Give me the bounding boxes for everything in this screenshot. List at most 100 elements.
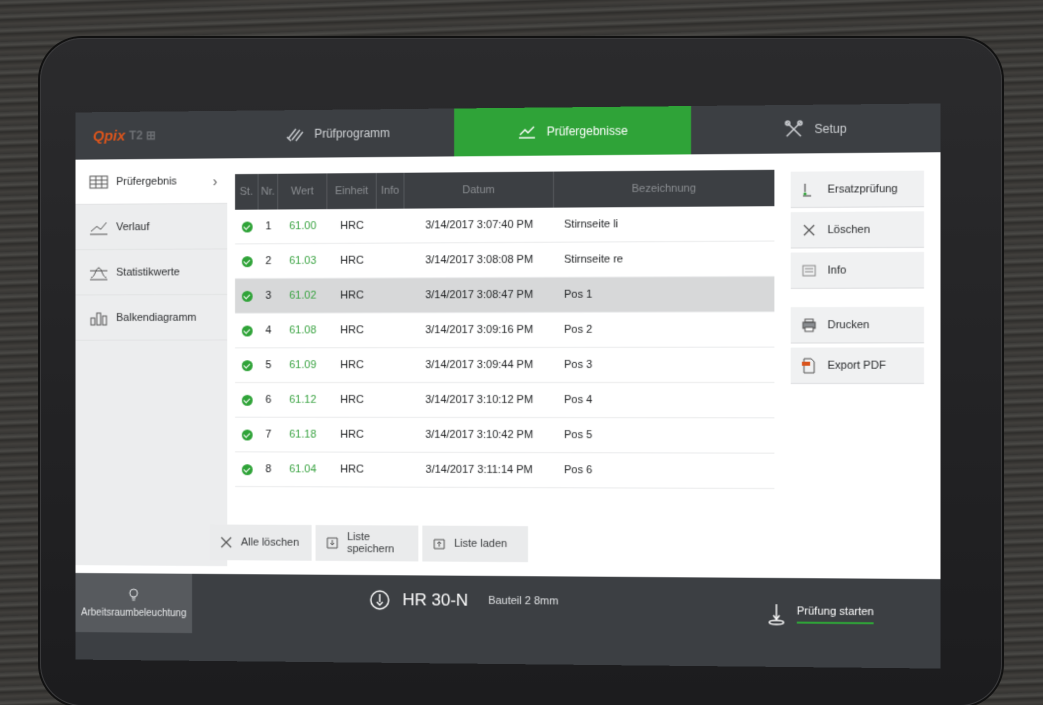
cell-datum: 3/14/2017 3:07:40 PM bbox=[425, 218, 534, 232]
loeschen-label: Löschen bbox=[827, 223, 871, 236]
col-header-st[interactable]: St. bbox=[235, 173, 259, 210]
cell-bezeichnung: Stirnseite li bbox=[564, 218, 619, 231]
status-ok-icon bbox=[235, 221, 259, 233]
cell-bezeichnung: Pos 1 bbox=[564, 288, 593, 301]
bottom-status-bar: Arbeitsraumbeleuchtung HR 30-N Bauteil 2… bbox=[75, 572, 941, 669]
table-row[interactable]: 7 61.18 HRC 3/14/2017 3:10:42 PM Pos 5 bbox=[235, 417, 775, 454]
loeschen-button[interactable]: Löschen bbox=[790, 211, 925, 249]
drucken-label: Drucken bbox=[827, 318, 870, 331]
cell-wert: 61.02 bbox=[289, 289, 317, 302]
chevron-right-icon: › bbox=[212, 172, 218, 189]
brand-logo: Qpix T2 ⊞ bbox=[75, 111, 221, 160]
cell-bezeichnung: Pos 2 bbox=[564, 323, 593, 336]
pruefung-starten-label: Prüfung starten bbox=[796, 605, 874, 625]
cell-datum: 3/14/2017 3:08:08 PM bbox=[425, 253, 534, 267]
cell-bezeichnung: Pos 6 bbox=[564, 464, 593, 477]
sidebar-item-label: Statistikwerte bbox=[116, 265, 180, 279]
printer-icon bbox=[801, 317, 817, 333]
sidebar-item-label: Balkendiagramm bbox=[116, 311, 197, 324]
tab-pruefprogramm[interactable]: Prüfprogramm bbox=[221, 108, 454, 158]
replace-test-icon bbox=[801, 181, 817, 197]
table-row[interactable]: 8 61.04 HRC 3/14/2017 3:11:14 PM Pos 6 bbox=[235, 452, 775, 490]
status-ok-icon bbox=[235, 394, 259, 406]
cell-wert: 61.08 bbox=[289, 324, 317, 337]
cell-nr: 3 bbox=[265, 289, 272, 302]
cell-nr: 8 bbox=[265, 463, 272, 476]
table-row[interactable]: 4 61.08 HRC 3/14/2017 3:09:16 PM Pos 2 bbox=[235, 312, 775, 349]
col-header-nr[interactable]: Nr. bbox=[258, 173, 279, 210]
cell-wert: 61.12 bbox=[289, 393, 317, 406]
table-row[interactable]: 2 61.03 HRC 3/14/2017 3:08:08 PM Stirnse… bbox=[235, 241, 775, 280]
arbeitsraumbeleuchtung-button[interactable]: Arbeitsraumbeleuchtung bbox=[75, 572, 193, 634]
cell-nr: 7 bbox=[265, 428, 272, 441]
table-row-selected[interactable]: 3 61.02 HRC 3/14/2017 3:08:47 PM Pos 1 bbox=[235, 276, 775, 314]
table-icon bbox=[89, 174, 108, 190]
chart-line-icon bbox=[518, 126, 534, 139]
cell-datum: 3/14/2017 3:10:42 PM bbox=[425, 428, 534, 442]
pruefung-starten-button[interactable]: Prüfung starten bbox=[766, 602, 874, 627]
cell-datum: 3/14/2017 3:11:14 PM bbox=[425, 463, 533, 477]
save-icon bbox=[325, 536, 339, 550]
alle-loeschen-button[interactable]: Alle löschen bbox=[209, 524, 312, 561]
cell-wert: 61.04 bbox=[289, 463, 317, 476]
status-ok-icon bbox=[235, 429, 259, 440]
alle-loeschen-label: Alle löschen bbox=[240, 536, 300, 549]
cell-einheit: HRC bbox=[340, 393, 364, 406]
indenter-icon bbox=[369, 589, 391, 611]
sidebar-item-label: Verlauf bbox=[116, 220, 150, 233]
drucken-button[interactable]: Drucken bbox=[790, 306, 925, 344]
lightbulb-icon bbox=[128, 588, 140, 602]
top-navigation: Qpix T2 ⊞ Prüfprogramm Prüfergebnisse Se… bbox=[75, 103, 941, 160]
sidebar-item-verlauf[interactable]: Verlauf bbox=[75, 203, 228, 251]
logo-model: T2 ⊞ bbox=[129, 128, 156, 143]
table-row[interactable]: 6 61.12 HRC 3/14/2017 3:10:12 PM Pos 4 bbox=[235, 382, 775, 419]
test-method-display: HR 30-N Bauteil 2 8mm bbox=[369, 589, 558, 612]
cell-einheit: HRC bbox=[340, 219, 364, 232]
sidebar-item-balkendiagramm[interactable]: Balkendiagramm bbox=[75, 294, 228, 341]
pruefprogramm-icon bbox=[285, 124, 305, 144]
tab-pruefergebnisse[interactable]: Prüfergebnisse bbox=[454, 106, 692, 157]
liste-speichern-button[interactable]: Liste speichern bbox=[315, 525, 419, 562]
close-icon bbox=[219, 535, 233, 549]
close-icon bbox=[801, 222, 817, 238]
tools-icon bbox=[784, 119, 804, 139]
export-pdf-button[interactable]: Export PDF bbox=[790, 347, 925, 384]
col-header-bezeichnung[interactable]: Bezeichnung bbox=[554, 170, 774, 208]
cell-nr: 4 bbox=[265, 324, 272, 337]
status-ok-icon bbox=[235, 290, 259, 302]
table-row[interactable]: 5 61.09 HRC 3/14/2017 3:09:44 PM Pos 3 bbox=[235, 347, 775, 384]
status-ok-icon bbox=[235, 325, 259, 336]
cell-bezeichnung: Pos 3 bbox=[564, 358, 593, 371]
cell-einheit: HRC bbox=[340, 324, 364, 337]
cell-einheit: HRC bbox=[340, 428, 364, 441]
table-header: St. Nr. Wert Einheit Info Datum Bezeichn… bbox=[235, 169, 775, 210]
col-header-datum[interactable]: Datum bbox=[404, 171, 555, 209]
cell-bezeichnung: Pos 4 bbox=[564, 394, 593, 407]
status-ok-icon bbox=[235, 359, 259, 371]
ersatzpruefung-button[interactable]: Ersatzprüfung bbox=[790, 170, 925, 209]
liste-laden-label: Liste laden bbox=[454, 537, 508, 551]
col-header-einheit[interactable]: Einheit bbox=[327, 172, 377, 210]
probe-icon bbox=[766, 602, 786, 626]
info-button[interactable]: Info bbox=[790, 251, 925, 289]
sidebar-item-pruefergebnis[interactable]: Prüfergebnis › bbox=[75, 158, 228, 205]
cell-bezeichnung: Stirnseite re bbox=[564, 253, 624, 266]
export-pdf-label: Export PDF bbox=[827, 359, 886, 372]
table-row[interactable]: 1 61.00 HRC 3/14/2017 3:07:40 PM Stirnse… bbox=[235, 206, 775, 245]
results-table: St. Nr. Wert Einheit Info Datum Bezeichn… bbox=[235, 169, 775, 503]
info-icon bbox=[801, 262, 817, 278]
arbeitsraumbeleuchtung-label: Arbeitsraumbeleuchtung bbox=[81, 606, 187, 619]
tab-setup-label: Setup bbox=[814, 121, 847, 137]
liste-laden-button[interactable]: Liste laden bbox=[422, 525, 528, 563]
trend-icon bbox=[89, 219, 108, 235]
cell-einheit: HRC bbox=[340, 359, 364, 372]
cell-wert: 61.03 bbox=[289, 254, 317, 267]
cell-nr: 1 bbox=[265, 220, 272, 233]
statistics-icon bbox=[89, 264, 108, 280]
sidebar-item-statistikwerte[interactable]: Statistikwerte bbox=[75, 249, 228, 296]
col-header-wert[interactable]: Wert bbox=[278, 173, 328, 210]
cell-nr: 6 bbox=[265, 393, 272, 406]
col-header-info[interactable]: Info bbox=[376, 172, 405, 209]
tab-pruefprogramm-label: Prüfprogramm bbox=[314, 126, 390, 141]
tab-setup[interactable]: Setup bbox=[691, 103, 940, 154]
